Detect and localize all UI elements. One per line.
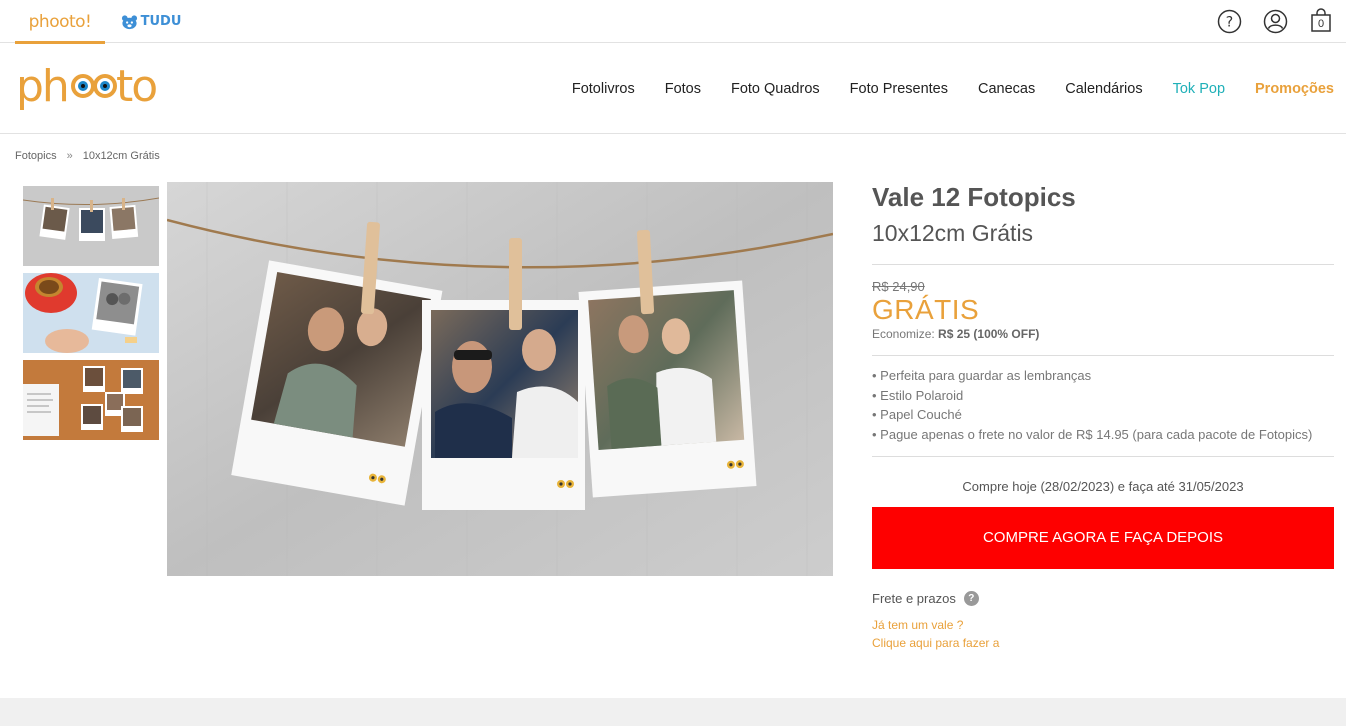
user-icon[interactable] [1262,8,1288,34]
main-nav: Fotolivros Fotos Foto Quadros Foto Prese… [542,43,1334,134]
savings-value: R$ 25 (100% OFF) [938,327,1040,341]
tudu-logo: TUDU [121,14,182,30]
nav-fotolivros[interactable]: Fotolivros [572,81,635,97]
nav-fotos[interactable]: Fotos [665,81,701,97]
divider [872,455,1334,457]
help-icon[interactable]: ? [1216,8,1242,34]
breadcrumb: Fotopics » 10x12cm Grátis [15,150,160,162]
product-info: Vale 12 Fotopics 10x12cm Grátis R$ 24,90… [872,182,1334,650]
tudu-label: TUDU [140,14,182,29]
product-title: Vale 12 Fotopics [872,182,1076,212]
divider [872,264,1334,265]
main-header: ph to! Fotolivros Fotos Foto Quadros Fot… [0,43,1346,134]
feature-item: • Papel Couché [872,407,962,423]
savings-label: Economize: [872,327,935,341]
nav-canecas[interactable]: Canecas [978,81,1035,97]
nav-foto-quadros[interactable]: Foto Quadros [731,81,820,97]
phooto-mini-logo: phooto! [28,11,92,32]
svg-text:ph: ph [16,61,68,112]
buy-now-button[interactable]: COMPRE AGORA E FAÇA DEPOIS [872,506,1334,569]
divider [872,355,1334,356]
svg-text:to!: to! [116,61,156,112]
thumbnail-corkboard[interactable] [23,360,159,440]
thumbnail-coffee-table[interactable] [23,273,159,353]
brand-tab-tudu[interactable]: TUDU [118,0,184,43]
breadcrumb-separator: » [66,150,73,162]
feature-item: • Pague apenas o frete no valor de R$ 14… [872,427,1313,443]
footer-band [0,698,1346,726]
voucher-question-link[interactable]: Já tem um vale ? [872,618,1334,632]
savings-text: Economize: R$ 25 (100% OFF) [872,327,1334,341]
shipping-label: Frete e prazos [872,590,956,606]
product-thumbnails [23,186,159,447]
question-icon[interactable]: ? [963,590,979,606]
svg-text:?: ? [1225,14,1232,30]
nav-calendarios[interactable]: Calendários [1065,81,1142,97]
feature-list: • Perfeita para guardar as lembranças • … [872,366,1334,445]
feature-item: • Perfeita para guardar as lembranças [872,368,1092,383]
phooto-logo[interactable]: ph to! [16,61,156,113]
buy-deadline-note: Compre hoje (28/02/2023) e faça até 31/0… [962,478,1244,494]
breadcrumb-current: 10x12cm Grátis [82,150,160,162]
nav-promocoes[interactable]: Promoções [1255,81,1334,97]
price-free: GRÁTIS [872,294,980,325]
feature-item: • Estilo Polaroid [872,387,964,403]
cart-icon[interactable]: 0 [1308,8,1334,34]
shipping-info-link[interactable]: Frete e prazos ? [872,590,1334,606]
breadcrumb-fotopics[interactable]: Fotopics [15,150,57,162]
old-price: R$ 24,90 [872,279,925,294]
nav-foto-presentes[interactable]: Foto Presentes [850,81,948,97]
product-subtitle: 10x12cm Grátis [872,220,1034,246]
thumbnail-clothesline[interactable] [23,186,159,266]
product-main-image[interactable] [167,182,833,576]
brand-tab-phooto[interactable]: phooto! [15,0,105,44]
cart-count: 0 [1317,18,1325,30]
account-icons: ? 0 [1216,8,1334,34]
bear-icon [121,14,137,29]
voucher-redeem-link[interactable]: Clique aqui para fazer a [872,636,1334,650]
brand-bar: phooto! TUDU ? 0 [0,0,1346,44]
nav-tok-pop[interactable]: Tok Pop [1173,81,1225,97]
